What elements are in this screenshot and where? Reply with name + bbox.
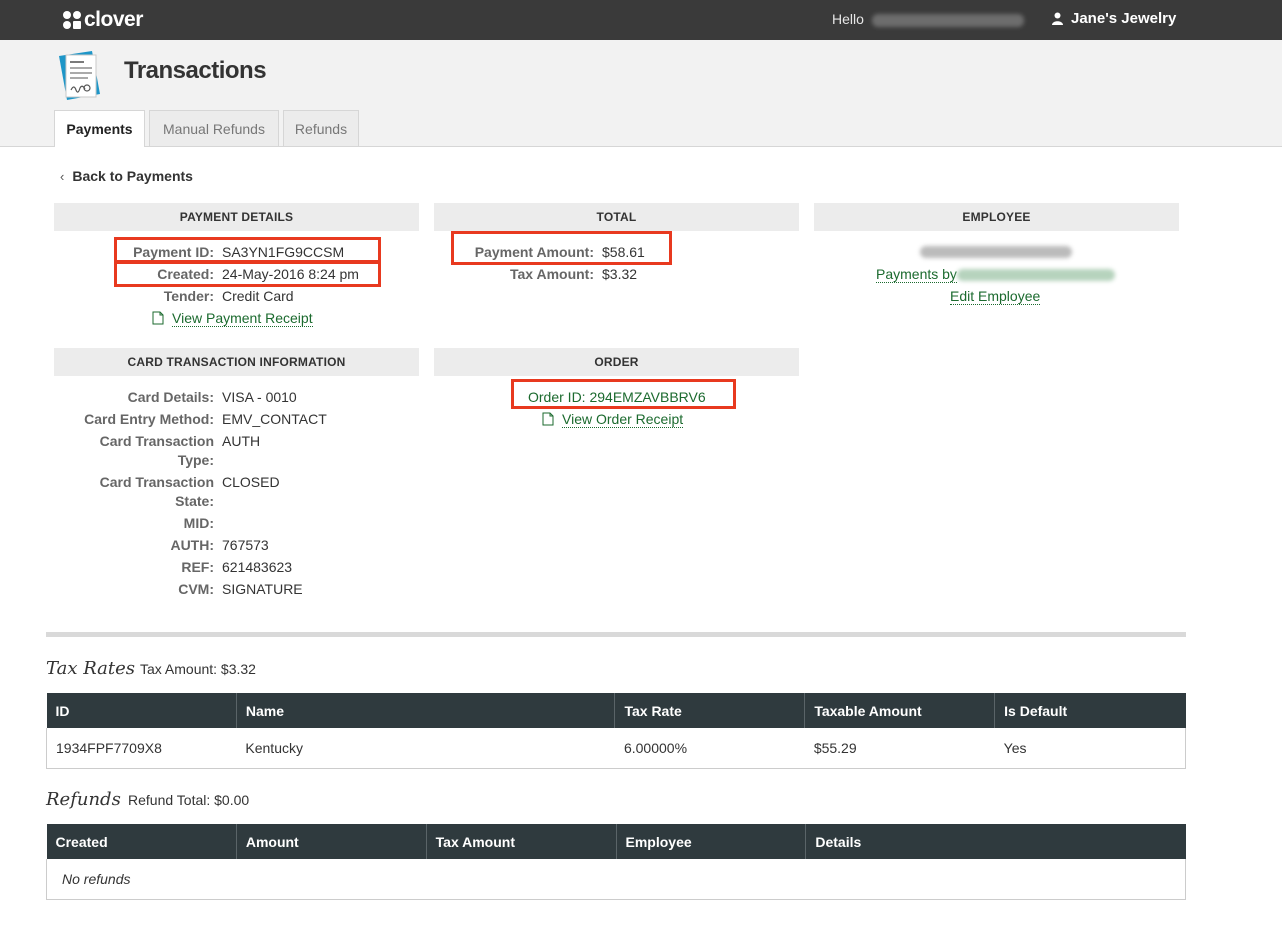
col-name[interactable]: Name	[236, 693, 616, 728]
col-taxable-amount[interactable]: Taxable Amount	[804, 693, 996, 728]
chevron-left-icon: ‹	[60, 169, 65, 184]
hello-text: Hello	[832, 11, 864, 27]
mid-label: MID:	[183, 515, 214, 531]
tax-amount-value: $3.32	[602, 266, 638, 282]
refunds-subtitle: Refund Total: $0.00	[128, 792, 250, 808]
user-icon	[1052, 12, 1063, 25]
document-icon	[542, 412, 554, 426]
back-link-label: Back to Payments	[72, 168, 193, 184]
auth-label: AUTH:	[170, 537, 214, 553]
refunds-title: Refunds	[46, 789, 121, 810]
txn-state-value: CLOSED	[222, 474, 280, 490]
payments-by-employee-link[interactable]: Payments by	[876, 263, 1115, 285]
col-details[interactable]: Details	[805, 824, 1186, 859]
txn-type-label-2: Type:	[177, 452, 214, 468]
document-icon	[152, 311, 164, 325]
blurred-username	[871, 13, 1024, 27]
col-is-default[interactable]: Is Default	[994, 693, 1186, 728]
ref-value: 621483623	[222, 559, 293, 575]
top-bar: clover Hello Jane's Jewelry	[0, 0, 1282, 40]
txn-state-label-2: State:	[175, 493, 214, 509]
cell-name: Kentucky	[236, 728, 615, 769]
highlight-created	[114, 261, 381, 287]
refunds-table: Created Amount Tax Amount Employee Detai…	[46, 824, 1186, 900]
view-payment-receipt-label: View Payment Receipt	[172, 310, 313, 327]
card-info-heading: CARD TRANSACTION INFORMATION	[54, 348, 419, 376]
table-row: 1934FPF7709X8 Kentucky 6.00000% $55.29 Y…	[46, 728, 1186, 769]
col-created[interactable]: Created	[46, 824, 237, 859]
clover-logo[interactable]: clover	[62, 8, 143, 32]
table-row: No refunds	[46, 859, 1186, 900]
highlight-payment-amount	[451, 231, 672, 265]
payment-details-heading: PAYMENT DETAILS	[54, 203, 419, 231]
cvm-label: CVM:	[178, 581, 214, 597]
txn-type-value: AUTH	[222, 433, 261, 449]
auth-value: 767573	[222, 537, 269, 553]
ref-label: REF:	[181, 559, 214, 575]
total-heading: TOTAL	[434, 203, 799, 231]
tax-rates-subtitle: Tax Amount: $3.32	[140, 661, 256, 677]
tax-rates-table: ID Name Tax Rate Taxable Amount Is Defau…	[46, 693, 1186, 769]
col-id[interactable]: ID	[46, 693, 237, 728]
card-details-label: Card Details:	[127, 389, 214, 405]
logo-text: clover	[84, 8, 143, 31]
entry-method-label: Card Entry Method:	[84, 411, 214, 427]
col-employee[interactable]: Employee	[616, 824, 807, 859]
col-amount[interactable]: Amount	[236, 824, 427, 859]
view-payment-receipt[interactable]: View Payment Receipt	[152, 307, 313, 329]
edit-employee-link[interactable]: Edit Employee	[950, 285, 1041, 307]
entry-method-value: EMV_CONTACT	[222, 411, 327, 427]
cell-tax-rate: 6.00000%	[614, 728, 805, 769]
page-title: Transactions	[124, 57, 267, 84]
employee-heading: EMPLOYEE	[814, 203, 1179, 231]
greeting: Hello	[832, 11, 1024, 27]
refunds-header-row: Created Amount Tax Amount Employee Detai…	[46, 824, 1186, 859]
tab-refunds[interactable]: Refunds	[283, 110, 359, 146]
back-to-payments-link[interactable]: ‹ Back to Payments	[60, 168, 193, 184]
cell-is-default: Yes	[994, 728, 1186, 769]
highlight-payment-id	[114, 237, 381, 263]
view-order-receipt-label: View Order Receipt	[562, 411, 684, 428]
tax-rates-title: Tax Rates	[46, 658, 136, 679]
payments-by-label: Payments by	[876, 266, 957, 283]
blurred-employee-link	[956, 269, 1115, 282]
transactions-receipt-icon	[59, 51, 100, 100]
card-details-value: VISA - 0010	[222, 389, 297, 405]
tab-manual-refunds[interactable]: Manual Refunds	[149, 110, 279, 146]
tender-label: Tender:	[163, 288, 214, 304]
cvm-value: SIGNATURE	[222, 581, 303, 597]
merchant-menu[interactable]: Jane's Jewelry	[1052, 10, 1176, 27]
clover-logo-icon	[63, 11, 81, 29]
col-tax-rate[interactable]: Tax Rate	[614, 693, 806, 728]
page-header: Transactions Payments Manual Refunds Ref…	[0, 40, 1282, 147]
tax-rates-header-row: ID Name Tax Rate Taxable Amount Is Defau…	[46, 693, 1186, 728]
col-tax-amount[interactable]: Tax Amount	[426, 824, 617, 859]
tab-payments[interactable]: Payments	[54, 110, 145, 147]
no-refunds-message: No refunds	[46, 859, 1186, 900]
highlight-order-id	[511, 379, 736, 409]
cell-id: 1934FPF7709X8	[46, 728, 237, 769]
merchant-name: Jane's Jewelry	[1071, 10, 1177, 27]
section-divider	[46, 632, 1186, 637]
cell-taxable-amount: $55.29	[804, 728, 995, 769]
view-order-receipt[interactable]: View Order Receipt	[542, 408, 684, 430]
tender-value: Credit Card	[222, 288, 294, 304]
order-heading: ORDER	[434, 348, 799, 376]
blurred-employee-name	[920, 246, 1072, 258]
tax-amount-label: Tax Amount:	[510, 266, 594, 282]
edit-employee-label: Edit Employee	[950, 288, 1041, 305]
